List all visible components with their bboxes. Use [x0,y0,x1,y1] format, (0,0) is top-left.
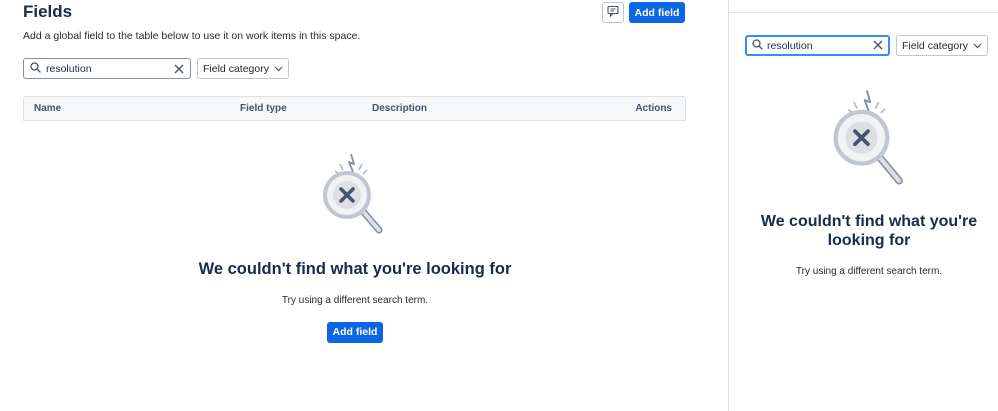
search-icon [30,60,41,78]
column-header-name[interactable]: Name [34,103,61,114]
page-title: Fields [23,2,73,21]
chevron-down-icon [973,40,982,52]
search-input[interactable]: resolution [23,58,191,79]
side-panel-search-value: resolution [767,39,813,52]
empty-state-add-field-button[interactable]: Add field [327,322,383,343]
empty-state: We couldn't find what you're looking for… [180,150,530,343]
add-field-button[interactable]: Add field [629,2,685,23]
chevron-down-icon [274,63,283,75]
side-panel: resolution Field category We couldn't fi… [729,0,998,411]
side-panel-empty-state-description: Try using a different search term. [795,266,943,277]
feedback-button[interactable] [602,2,624,23]
empty-state-heading: We couldn't find what you're looking for [198,260,512,278]
side-panel-top-border [729,12,998,13]
feedback-icon [607,4,619,22]
search-input-value: resolution [46,62,92,75]
close-icon[interactable] [873,37,883,55]
field-category-dropdown[interactable]: Field category [197,58,289,79]
field-category-label: Field category [203,62,269,75]
side-panel-search-input[interactable]: resolution [745,35,890,56]
close-icon[interactable] [174,64,184,74]
column-header-description: Description [372,103,428,114]
column-header-actions: Actions [635,103,672,114]
side-panel-empty-state: We couldn't find what you're looking for… [749,86,989,277]
side-panel-field-category-dropdown[interactable]: Field category [896,35,988,56]
search-icon [752,37,763,55]
magnifier-no-results-icon [315,150,395,246]
empty-state-description: Try using a different search term. [281,295,429,306]
side-panel-empty-state-heading: We couldn't find what you're looking for [760,213,978,249]
field-category-label: Field category [902,39,968,52]
fields-main-panel: Fields Add a global field to the table b… [0,0,728,411]
page-subtitle: Add a global field to the table below to… [23,30,361,42]
column-header-field-type[interactable]: Field type [240,103,287,114]
fields-table-header: Name Field type Description Actions [23,96,686,121]
magnifier-no-results-icon [826,86,912,198]
